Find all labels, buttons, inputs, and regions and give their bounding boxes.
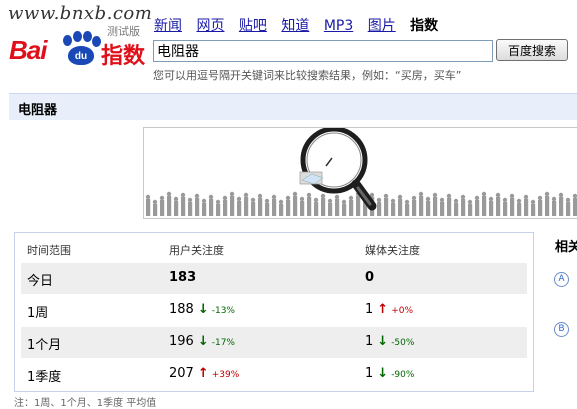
media-change-pct: +0%	[391, 306, 414, 316]
arrow-up-icon: ↑	[377, 302, 389, 317]
nav-index-current: 指数	[410, 18, 439, 34]
media-attention-value: 1	[365, 366, 374, 381]
media-attention-value: 1	[365, 302, 374, 317]
nav-news[interactable]: 新闻	[154, 18, 182, 34]
logo-beta-text: 测试版	[107, 25, 140, 38]
period-label: 1季度	[27, 370, 62, 385]
user-attention-value: 207	[169, 366, 194, 381]
news-marker-a-icon[interactable]: A	[554, 272, 569, 287]
top-nav: 新闻 网页 贴吧 知道 MP3 图片 指数	[154, 15, 438, 35]
user-attention-cell: 196 ↓ -17%	[169, 334, 235, 349]
user-change-pct: -17%	[211, 338, 235, 348]
attention-stats-panel: 时间范围 用户关注度 媒体关注度 今日 183 0 1周 188 ↓ -13% 1 ↑…	[14, 232, 534, 392]
table-row-quarter: 1季度 207 ↑ +39% 1 ↓ -90%	[21, 359, 527, 390]
arrow-down-icon: ↓	[197, 302, 209, 317]
media-change-pct: -90%	[391, 370, 415, 380]
period-label: 1个月	[27, 338, 62, 353]
user-attention-value: 188	[169, 302, 194, 317]
news-marker-b-icon[interactable]: B	[554, 322, 569, 337]
period-label: 今日	[27, 274, 54, 289]
site-watermark: www.bnxb.com	[8, 3, 153, 24]
media-attention-cell: 1 ↓ -90%	[365, 366, 414, 381]
table-row-month: 1个月 196 ↓ -17% 1 ↓ -50%	[21, 327, 527, 358]
header-time-range: 时间范围	[27, 244, 71, 257]
header-media-attention: 媒体关注度	[365, 244, 420, 257]
keyword-title: 电阻器	[18, 103, 58, 118]
related-news-title: 相关	[555, 240, 577, 255]
search-button[interactable]: 百度搜索	[496, 39, 568, 61]
user-change-pct: -13%	[211, 306, 235, 316]
nav-web[interactable]: 网页	[196, 18, 224, 34]
arrow-down-icon: ↓	[197, 334, 209, 349]
user-change-pct: +39%	[211, 370, 240, 380]
media-attention-cell: 1 ↓ -50%	[365, 334, 414, 349]
media-attention-value: 1	[365, 334, 374, 349]
nav-mp3[interactable]: MP3	[324, 18, 353, 34]
user-attention-cell: 188 ↓ -13%	[169, 302, 235, 317]
user-attention-value: 196	[169, 334, 194, 349]
footer-note: 注：1周、1个月、1季度 平均值	[14, 398, 157, 409]
banner-illustration	[143, 127, 577, 219]
magnifier-icon	[299, 128, 377, 211]
paw-icon: du	[59, 31, 101, 65]
nav-zhidao[interactable]: 知道	[281, 18, 309, 34]
keyword-bar: 电阻器	[9, 93, 577, 120]
media-attention-value: 0	[365, 270, 375, 285]
table-row-week: 1周 188 ↓ -13% 1 ↑ +0%	[21, 295, 527, 326]
nav-tieba[interactable]: 贴吧	[239, 18, 267, 34]
logo-bai-text: Bai	[9, 35, 47, 65]
period-label: 1周	[27, 306, 49, 321]
arrow-down-icon: ↓	[377, 366, 389, 381]
arrow-up-icon: ↑	[197, 366, 209, 381]
nav-images[interactable]: 图片	[368, 18, 396, 34]
logo-du-text: du	[68, 46, 94, 65]
search-input[interactable]	[153, 40, 493, 62]
logo-index-text: 指数	[101, 44, 146, 69]
table-row-today: 今日 183 0	[21, 263, 527, 294]
header-user-attention: 用户关注度	[169, 244, 224, 257]
media-change-pct: -50%	[391, 338, 415, 348]
arrow-down-icon: ↓	[377, 334, 389, 349]
user-attention-value: 183	[169, 270, 197, 285]
media-attention-cell: 1 ↑ +0%	[365, 302, 413, 317]
search-hint: 您可以用逗号隔开关键词来比较搜索结果，例如：“买房，买车”	[153, 69, 462, 82]
baidu-index-logo[interactable]: Bai du 指数 测试版	[9, 23, 151, 69]
user-attention-cell: 207 ↑ +39%	[169, 366, 239, 381]
